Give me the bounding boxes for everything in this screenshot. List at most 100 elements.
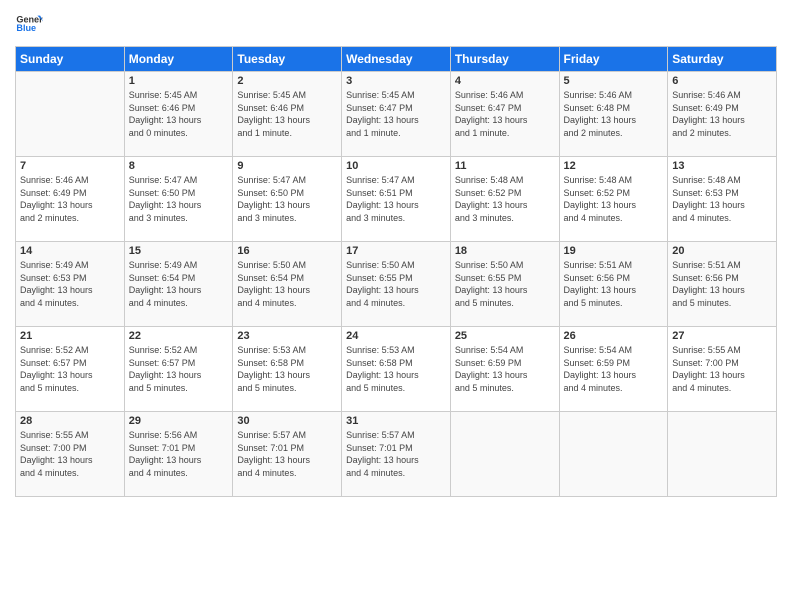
day-info: Sunrise: 5:54 AMSunset: 6:59 PMDaylight:… [455,344,555,394]
day-cell: 18 Sunrise: 5:50 AMSunset: 6:55 PMDayligh… [450,242,559,327]
day-cell: 5 Sunrise: 5:46 AMSunset: 6:48 PMDaylight… [559,72,668,157]
day-cell: 15 Sunrise: 5:49 AMSunset: 6:54 PMDayligh… [124,242,233,327]
day-cell: 20 Sunrise: 5:51 AMSunset: 6:56 PMDayligh… [668,242,777,327]
day-cell: 22Sunrise: 5:52 AMSunset: 6:57 PMDayligh… [124,327,233,412]
column-header-saturday: Saturday [668,47,777,72]
week-row-4: 21 Sunrise: 5:52 AMSunset: 6:57 PMDayligh… [16,327,777,412]
day-info: Sunrise: 5:56 AMSunset: 7:01 PMDaylight:… [129,429,229,479]
day-number: 1 [129,75,229,87]
day-info: Sunrise: 5:57 AMSunset: 7:01 PMDaylight:… [237,429,337,479]
calendar-container: General Blue SundayMondayTuesdayWednesda… [0,0,792,612]
day-number: 5 [564,75,664,87]
day-cell: 25 Sunrise: 5:54 AMSunset: 6:59 PMDayligh… [450,327,559,412]
day-info: Sunrise: 5:46 AMSunset: 6:49 PMDaylight:… [20,174,120,224]
day-cell: 27 Sunrise: 5:55 AMSunset: 7:00 PMDayligh… [668,327,777,412]
day-number: 18 [455,245,555,257]
day-cell: 21 Sunrise: 5:52 AMSunset: 6:57 PMDayligh… [16,327,125,412]
day-number: 28 [20,415,120,427]
day-number: 21 [20,330,120,342]
day-number: 12 [564,160,664,172]
day-info: Sunrise: 5:50 AMSunset: 6:54 PMDaylight:… [237,259,337,309]
day-cell: 14 Sunrise: 5:49 AMSunset: 6:53 PMDayligh… [16,242,125,327]
day-number: 16 [237,245,337,257]
day-number: 31 [346,415,446,427]
day-info: Sunrise: 5:47 AMSunset: 6:51 PMDaylight:… [346,174,446,224]
calendar-body: 1 Sunrise: 5:45 AMSunset: 6:46 PMDaylight… [16,72,777,497]
day-number: 2 [237,75,337,87]
day-cell: 8Sunrise: 5:47 AMSunset: 6:50 PMDaylight… [124,157,233,242]
day-number: 15 [129,245,229,257]
day-cell: 9Sunrise: 5:47 AMSunset: 6:50 PMDaylight… [233,157,342,242]
calendar-table: SundayMondayTuesdayWednesdayThursdayFrid… [15,46,777,497]
day-cell: 30 Sunrise: 5:57 AMSunset: 7:01 PMDayligh… [233,412,342,497]
day-cell: 10 Sunrise: 5:47 AMSunset: 6:51 PMDayligh… [342,157,451,242]
day-number: 11 [455,160,555,172]
logo-icon: General Blue [15,10,43,38]
day-cell: 13Sunrise: 5:48 AMSunset: 6:53 PMDayligh… [668,157,777,242]
day-number: 27 [672,330,772,342]
day-info: Sunrise: 5:46 AMSunset: 6:48 PMDaylight:… [564,89,664,139]
day-info: Sunrise: 5:55 AMSunset: 7:00 PMDaylight:… [672,344,772,394]
column-header-tuesday: Tuesday [233,47,342,72]
day-cell [450,412,559,497]
day-info: Sunrise: 5:55 AMSunset: 7:00 PMDaylight:… [20,429,120,479]
day-info: Sunrise: 5:45 AMSunset: 6:46 PMDaylight:… [129,89,229,139]
column-header-thursday: Thursday [450,47,559,72]
column-header-monday: Monday [124,47,233,72]
day-info: Sunrise: 5:54 AMSunset: 6:59 PMDaylight:… [564,344,664,394]
day-number: 3 [346,75,446,87]
day-number: 9 [237,160,337,172]
day-number: 17 [346,245,446,257]
day-info: Sunrise: 5:57 AMSunset: 7:01 PMDaylight:… [346,429,446,479]
day-info: Sunrise: 5:52 AMSunset: 6:57 PMDaylight:… [129,344,229,394]
day-info: Sunrise: 5:52 AMSunset: 6:57 PMDaylight:… [20,344,120,394]
day-cell: 1 Sunrise: 5:45 AMSunset: 6:46 PMDaylight… [124,72,233,157]
day-info: Sunrise: 5:48 AMSunset: 6:52 PMDaylight:… [564,174,664,224]
logo: General Blue [15,10,43,38]
column-header-wednesday: Wednesday [342,47,451,72]
day-cell: 28 Sunrise: 5:55 AMSunset: 7:00 PMDayligh… [16,412,125,497]
day-info: Sunrise: 5:51 AMSunset: 6:56 PMDaylight:… [564,259,664,309]
day-cell: 11 Sunrise: 5:48 AMSunset: 6:52 PMDayligh… [450,157,559,242]
day-cell [668,412,777,497]
day-info: Sunrise: 5:51 AMSunset: 6:56 PMDaylight:… [672,259,772,309]
header: General Blue [15,10,777,38]
day-cell: 24Sunrise: 5:53 AMSunset: 6:58 PMDayligh… [342,327,451,412]
day-number: 7 [20,160,120,172]
day-info: Sunrise: 5:46 AMSunset: 6:47 PMDaylight:… [455,89,555,139]
column-header-friday: Friday [559,47,668,72]
day-info: Sunrise: 5:53 AMSunset: 6:58 PMDaylight:… [237,344,337,394]
day-number: 20 [672,245,772,257]
svg-text:Blue: Blue [16,23,36,33]
day-info: Sunrise: 5:45 AMSunset: 6:47 PMDaylight:… [346,89,446,139]
day-number: 26 [564,330,664,342]
day-cell: 23 Sunrise: 5:53 AMSunset: 6:58 PMDayligh… [233,327,342,412]
day-cell [559,412,668,497]
column-headers-row: SundayMondayTuesdayWednesdayThursdayFrid… [16,47,777,72]
day-number: 4 [455,75,555,87]
day-info: Sunrise: 5:49 AMSunset: 6:53 PMDaylight:… [20,259,120,309]
week-row-5: 28 Sunrise: 5:55 AMSunset: 7:00 PMDayligh… [16,412,777,497]
week-row-1: 1 Sunrise: 5:45 AMSunset: 6:46 PMDaylight… [16,72,777,157]
day-number: 25 [455,330,555,342]
day-cell: 17Sunrise: 5:50 AMSunset: 6:55 PMDayligh… [342,242,451,327]
day-info: Sunrise: 5:53 AMSunset: 6:58 PMDaylight:… [346,344,446,394]
day-info: Sunrise: 5:46 AMSunset: 6:49 PMDaylight:… [672,89,772,139]
day-info: Sunrise: 5:47 AMSunset: 6:50 PMDaylight:… [129,174,229,224]
day-number: 13 [672,160,772,172]
day-info: Sunrise: 5:48 AMSunset: 6:52 PMDaylight:… [455,174,555,224]
day-number: 30 [237,415,337,427]
day-number: 6 [672,75,772,87]
day-info: Sunrise: 5:50 AMSunset: 6:55 PMDaylight:… [455,259,555,309]
day-cell: 2 Sunrise: 5:45 AMSunset: 6:46 PMDaylight… [233,72,342,157]
day-info: Sunrise: 5:49 AMSunset: 6:54 PMDaylight:… [129,259,229,309]
day-number: 10 [346,160,446,172]
day-number: 23 [237,330,337,342]
day-number: 29 [129,415,229,427]
day-cell: 4 Sunrise: 5:46 AMSunset: 6:47 PMDaylight… [450,72,559,157]
day-info: Sunrise: 5:45 AMSunset: 6:46 PMDaylight:… [237,89,337,139]
day-cell: 6 Sunrise: 5:46 AMSunset: 6:49 PMDaylight… [668,72,777,157]
day-number: 14 [20,245,120,257]
week-row-2: 7 Sunrise: 5:46 AMSunset: 6:49 PMDaylight… [16,157,777,242]
day-cell: 16 Sunrise: 5:50 AMSunset: 6:54 PMDayligh… [233,242,342,327]
